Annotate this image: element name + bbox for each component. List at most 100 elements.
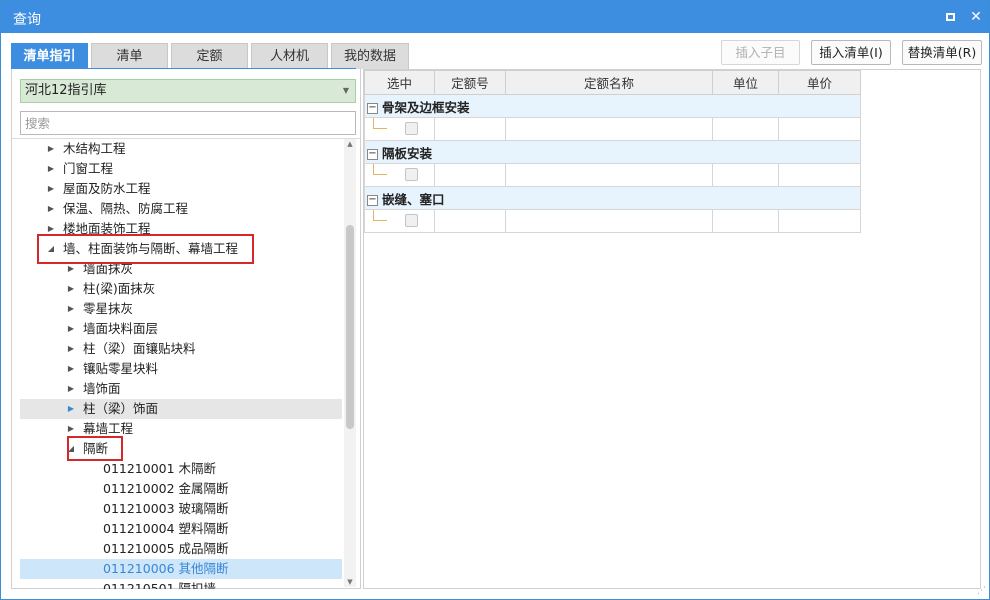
tree-leaf-item[interactable]: 011210501 隔扣墙 <box>20 579 342 589</box>
expand-icon[interactable]: ▶ <box>66 319 76 339</box>
column-header-quota-name[interactable]: 定额名称 <box>505 70 713 95</box>
tree-node-label: 镶贴零星块料 <box>83 361 159 376</box>
tree-node-label: 011210002 金属隔断 <box>103 481 229 496</box>
insert-list-button[interactable]: 插入清单(I) <box>811 40 891 65</box>
quota-grid: 选中 定额号 定额名称 单位 单价 − 骨架及边框安装 − 隔板安装 − 嵌缝、… <box>364 70 861 233</box>
tree-node-label: 011210005 成品隔断 <box>103 541 229 556</box>
tree-connector <box>373 164 387 175</box>
search-input[interactable] <box>20 111 356 135</box>
expand-icon[interactable]: ▶ <box>46 199 56 219</box>
tree-node-label: 011210001 木隔断 <box>103 461 217 476</box>
guide-tree: ▶ 木结构工程 ▶ 门窗工程 ▶ 屋面及防水工程 ▶ 保温、隔热、防腐工程 ▶ 楼地面装饰工程 ◢ 墙… <box>20 139 342 589</box>
tree-node[interactable]: ▶ 柱(梁)面抹灰 <box>20 279 342 299</box>
expand-icon[interactable]: ▶ <box>46 139 56 159</box>
collapse-icon[interactable]: − <box>367 194 378 206</box>
tree-node-label: 木结构工程 <box>63 141 126 156</box>
restore-button[interactable] <box>941 7 961 27</box>
tree-node-label: 保温、隔热、防腐工程 <box>63 201 189 216</box>
query-dialog: 查询 ✕ 清单指引 清单 定额 人材机 我的数据 插入子目 插入清单(I) 替换… <box>0 0 990 600</box>
tree-node-label: 柱（梁）面镶贴块料 <box>83 341 196 356</box>
expand-icon[interactable]: ▶ <box>46 179 56 199</box>
select-checkbox[interactable] <box>405 122 418 135</box>
group-label: 嵌缝、塞口 <box>382 191 445 207</box>
select-checkbox[interactable] <box>405 168 418 181</box>
table-row[interactable] <box>364 117 861 141</box>
tree-node-label: 011210004 塑料隔断 <box>103 521 229 536</box>
tree-node[interactable]: ▶ 柱（梁）面镶贴块料 <box>20 339 342 359</box>
tab-quota[interactable]: 定额 <box>171 43 248 69</box>
scroll-up-icon[interactable]: ▲ <box>344 139 356 149</box>
tree-node[interactable]: ▶ 保温、隔热、防腐工程 <box>20 199 342 219</box>
tree-node[interactable]: ▶ 墙饰面 <box>20 379 342 399</box>
library-select-value: 河北12指引库 <box>25 83 107 98</box>
unit-price-cell <box>778 209 861 233</box>
replace-list-button[interactable]: 替换清单(R) <box>902 40 982 65</box>
tree-connector <box>373 118 387 129</box>
library-select[interactable]: 河北12指引库 ▼ <box>20 79 356 103</box>
select-checkbox[interactable] <box>405 214 418 227</box>
tab-list[interactable]: 清单 <box>91 43 168 69</box>
unit-cell <box>712 163 779 187</box>
tree-scrollbar[interactable]: ▲ ▼ <box>344 139 356 587</box>
group-row[interactable]: − 隔板安装 <box>364 140 861 164</box>
tree-leaf-item[interactable]: 011210002 金属隔断 <box>20 479 342 499</box>
tree-leaf-item[interactable]: 011210006 其他隔断 <box>20 559 342 579</box>
group-cell: − 骨架及边框安装 <box>364 94 861 118</box>
tab-labor-material-machine[interactable]: 人材机 <box>251 43 328 69</box>
quota-no-cell <box>434 209 506 233</box>
column-header-unit[interactable]: 单位 <box>712 70 779 95</box>
tree-node[interactable]: ▶ 零星抹灰 <box>20 299 342 319</box>
quota-no-cell <box>434 117 506 141</box>
unit-cell <box>712 209 779 233</box>
tree-leaf-item[interactable]: 011210005 成品隔断 <box>20 539 342 559</box>
column-header-quota-no[interactable]: 定额号 <box>434 70 506 95</box>
expand-icon[interactable]: ▶ <box>66 299 76 319</box>
quota-name-cell <box>505 117 713 141</box>
column-header-unit-price[interactable]: 单价 <box>778 70 861 95</box>
expand-icon[interactable]: ▶ <box>66 279 76 299</box>
close-button[interactable]: ✕ <box>966 7 986 27</box>
column-header-selected[interactable]: 选中 <box>364 70 435 95</box>
tree-node[interactable]: ▶ 门窗工程 <box>20 159 342 179</box>
quota-panel: 选中 定额号 定额名称 单位 单价 − 骨架及边框安装 − 隔板安装 − 嵌缝、… <box>363 69 981 589</box>
tree-node[interactable]: ▶ 木结构工程 <box>20 139 342 159</box>
group-row[interactable]: − 嵌缝、塞口 <box>364 186 861 210</box>
highlight-box <box>67 436 123 461</box>
expand-icon[interactable]: ▶ <box>66 379 76 399</box>
expand-icon[interactable]: ▶ <box>46 159 56 179</box>
tree-leaf-item[interactable]: 011210001 木隔断 <box>20 459 342 479</box>
tab-my-data[interactable]: 我的数据 <box>331 43 409 69</box>
select-cell <box>364 163 435 187</box>
group-label: 隔板安装 <box>382 145 433 161</box>
insert-child-button[interactable]: 插入子目 <box>721 40 800 65</box>
table-row[interactable] <box>364 209 861 233</box>
resize-grip-icon[interactable]: ⋰ <box>977 586 986 596</box>
tree-node[interactable]: ▶ 屋面及防水工程 <box>20 179 342 199</box>
tree-node-label: 屋面及防水工程 <box>63 181 151 196</box>
tree-node-label: 011210501 隔扣墙 <box>103 581 217 589</box>
unit-cell <box>712 117 779 141</box>
tree-node[interactable]: ▶ 墙面块料面层 <box>20 319 342 339</box>
quota-name-cell <box>505 163 713 187</box>
tree-node[interactable]: ▶ 柱（梁）饰面 <box>20 399 342 419</box>
grid-header: 选中 定额号 定额名称 单位 单价 <box>364 70 861 95</box>
group-row[interactable]: − 骨架及边框安装 <box>364 94 861 118</box>
restore-icon <box>946 13 955 21</box>
window-title: 查询 <box>13 12 41 28</box>
tab-list-guide[interactable]: 清单指引 <box>11 43 88 69</box>
tree-node[interactable]: ▶ 镶贴零星块料 <box>20 359 342 379</box>
tree-leaf-item[interactable]: 011210003 玻璃隔断 <box>20 499 342 519</box>
collapse-icon[interactable]: − <box>367 102 378 114</box>
expand-icon[interactable]: ▶ <box>66 359 76 379</box>
expand-icon[interactable]: ▶ <box>66 339 76 359</box>
title-bar: 查询 ✕ <box>1 1 989 33</box>
scroll-down-icon[interactable]: ▼ <box>344 577 356 587</box>
tree-leaf-item[interactable]: 011210004 塑料隔断 <box>20 519 342 539</box>
collapse-icon[interactable]: − <box>367 148 378 160</box>
tree-node-label: 墙饰面 <box>83 381 121 396</box>
quota-no-cell <box>434 163 506 187</box>
tree-node-label: 011210006 其他隔断 <box>103 561 229 576</box>
expand-icon[interactable]: ▶ <box>66 399 76 419</box>
table-row[interactable] <box>364 163 861 187</box>
scroll-thumb[interactable] <box>346 225 354 429</box>
